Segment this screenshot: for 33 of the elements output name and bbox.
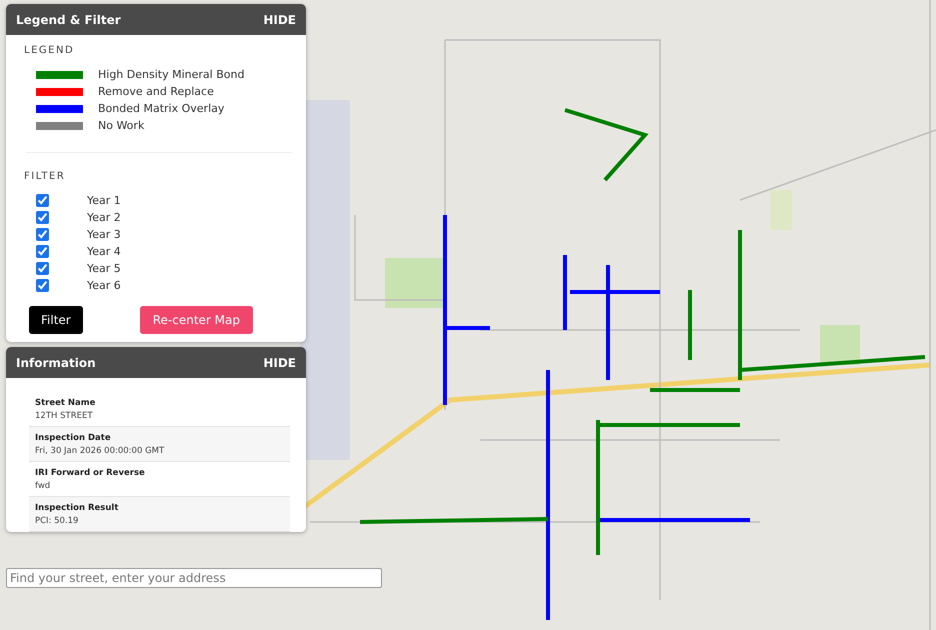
legend-label: Remove and Replace [98, 85, 214, 98]
legend-label: No Work [98, 119, 144, 132]
year-label: Year 3 [87, 228, 121, 241]
info-value: Fri, 30 Jan 2026 00:00:00 GMT [35, 446, 166, 456]
panel-title: Information [16, 356, 96, 370]
year-label: Year 2 [87, 211, 121, 224]
filter-button[interactable]: Filter [29, 306, 83, 334]
year-checkbox[interactable] [36, 228, 49, 241]
year-checkbox[interactable] [36, 245, 49, 258]
info-value: PCI: 50.19 [35, 516, 80, 526]
section-heading: LEGEND [24, 45, 76, 56]
year-checkbox[interactable] [36, 279, 49, 292]
address-search-field[interactable]: Find your street, enter your address [6, 568, 382, 588]
info-label: Street Name [35, 398, 96, 408]
section-heading: FILTER [24, 171, 66, 182]
info-label: Inspection Date [35, 433, 112, 443]
hide-button[interactable]: HIDE [263, 356, 296, 370]
year-checkbox[interactable] [36, 211, 49, 224]
year-label: Year 4 [87, 245, 121, 258]
info-label: Inspection Result [35, 503, 120, 513]
info-value: fwd [35, 481, 52, 491]
year-label: Year 6 [87, 279, 121, 292]
info-value: 12TH STREET [35, 411, 94, 421]
panel-title: Legend & Filter [16, 12, 121, 26]
legend-label: Bonded Matrix Overlay [98, 102, 224, 115]
year-checkbox[interactable] [36, 262, 49, 275]
year-label: Year 1 [87, 194, 121, 207]
year-checkbox[interactable] [36, 194, 49, 207]
legend-label: High Density Mineral Bond [98, 68, 244, 81]
recenter-map-button[interactable]: Re-center Map [140, 306, 253, 334]
hide-button[interactable]: HIDE [263, 12, 296, 26]
year-label: Year 5 [87, 262, 121, 275]
info-label: IRI Forward or Reverse [35, 468, 146, 478]
